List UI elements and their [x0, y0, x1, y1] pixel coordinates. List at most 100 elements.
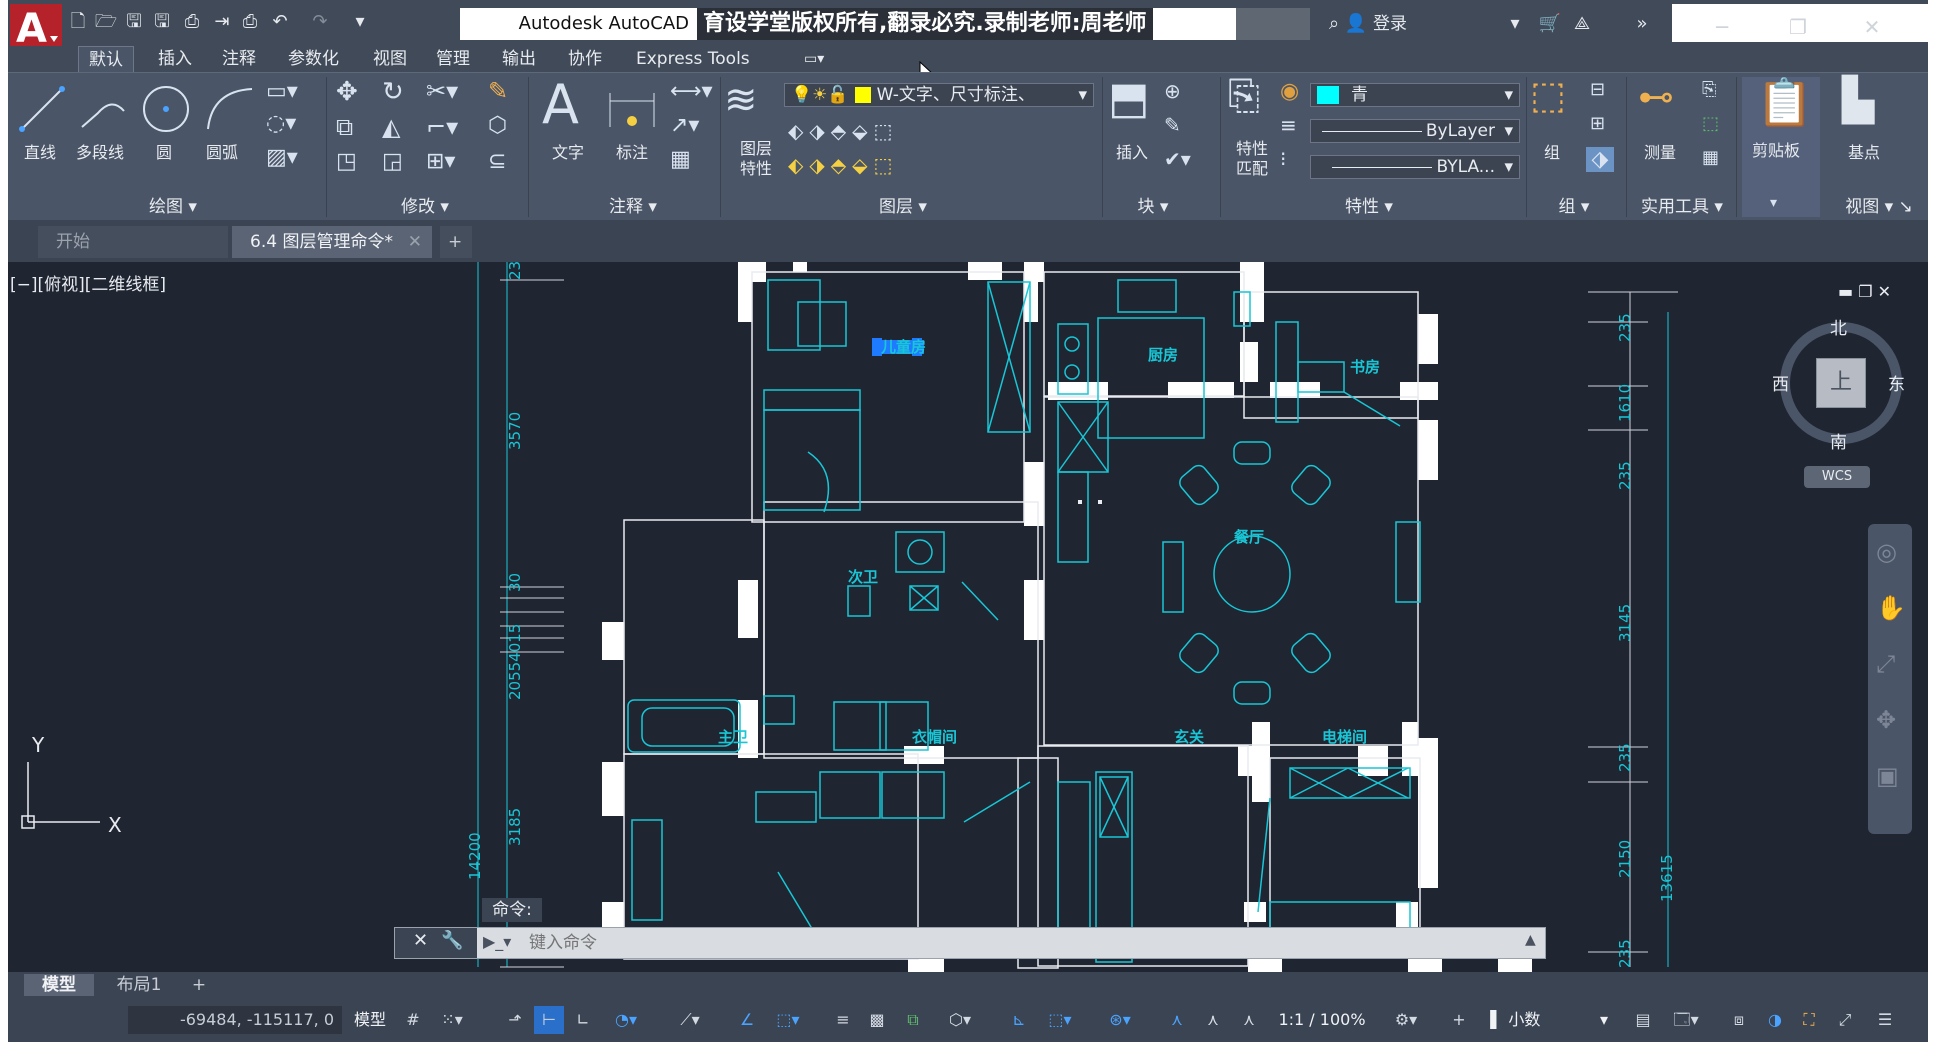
a360-icon[interactable]: ⟁ [1570, 12, 1594, 36]
auto-scale-icon[interactable]: ⋏ [1198, 1006, 1228, 1034]
clipboard-dropdown-icon[interactable]: ▾ [1770, 195, 1777, 211]
scale-icon[interactable]: ◲ [382, 149, 403, 174]
restore-icon[interactable]: ❐ [1768, 12, 1828, 42]
polyline-icon[interactable] [78, 87, 130, 135]
redo-icon[interactable]: ↷ [308, 10, 332, 34]
zoom-icon[interactable]: ⤢ [1876, 650, 1895, 678]
import-icon[interactable]: ⇥ [210, 10, 234, 34]
viewcube-south[interactable]: 南 [1830, 428, 1847, 453]
viewcube-east[interactable]: 东 [1888, 370, 1905, 395]
dynamic-ucs-icon[interactable]: ⊾ [1004, 1006, 1034, 1034]
linear-dim-icon[interactable]: ⟷▾ [670, 79, 713, 104]
isodraft-icon[interactable]: ⟋▾ [668, 1006, 712, 1034]
open-icon[interactable]: 🗁 [94, 10, 118, 34]
layer-properties-label[interactable]: 图层特性 [736, 139, 776, 179]
undo-icon[interactable]: ↶ [268, 10, 292, 34]
base-label[interactable]: 基点 [1848, 139, 1880, 163]
binoculars-icon[interactable]: ⌕ [1322, 12, 1346, 36]
dynamic-input-icon[interactable]: ⊢ [534, 1006, 564, 1034]
stretch-icon[interactable]: ◳ [336, 149, 357, 174]
color-wheel-icon[interactable]: ◉ [1280, 79, 1299, 104]
tab-current-drawing[interactable]: 6.4 图层管理命令* ✕ [232, 226, 432, 258]
quick-properties-icon[interactable]: ▤ [1628, 1006, 1658, 1034]
base-view-icon[interactable]: ▙ [1842, 75, 1874, 124]
publish-icon[interactable]: ⎙ [180, 10, 204, 34]
tab-manage[interactable]: 管理 [436, 46, 470, 72]
rotate-icon[interactable]: ↻ [382, 77, 404, 107]
group-edit-icon[interactable]: ⊞ [1590, 113, 1605, 134]
copy-icon[interactable]: ⧉ [336, 113, 353, 141]
selection-cycling-icon[interactable]: ⧉ [898, 1006, 928, 1034]
isolate-objects-icon[interactable]: ⧈ [1724, 1006, 1754, 1034]
tab-annotate[interactable]: 注释 [222, 46, 256, 72]
model-space-button[interactable]: 模型 [348, 1006, 392, 1034]
ungroup-icon[interactable]: ⊟ [1590, 79, 1605, 100]
transparency-icon[interactable]: ⁝ [1280, 147, 1286, 171]
vp-restore-icon[interactable]: ❐ [1858, 282, 1872, 301]
command-customize-icon[interactable]: 🔧 [441, 930, 463, 951]
edit-block-icon[interactable]: ✎ [1164, 113, 1181, 137]
tab-layout1[interactable]: 布局1 [104, 974, 174, 996]
block-panel-title[interactable]: 块 ▾ [1118, 193, 1188, 221]
tab-default[interactable]: 默认 [78, 46, 134, 72]
drawing-canvas[interactable]: [−][俯视][二维线框] 23 3570 30 20554015 3185 1… [8, 262, 1928, 972]
workspace-gear-icon[interactable]: ⚙▾ [1384, 1006, 1428, 1034]
quick-select-icon[interactable]: ⎘ [1702, 79, 1716, 100]
save-icon[interactable]: 🖫 [122, 10, 146, 34]
clean-screen-icon[interactable]: ⛶ [1794, 1006, 1824, 1034]
draw-panel-title[interactable]: 绘图 ▾ [128, 193, 218, 221]
array-icon[interactable]: ⊞▾ [426, 149, 455, 174]
offset-icon[interactable]: ⊆ [488, 149, 506, 174]
lineweight-display-icon[interactable]: ≡ [828, 1006, 858, 1034]
line-label[interactable]: 直线 [24, 139, 56, 163]
gradient-icon[interactable]: ▨▾ [266, 145, 298, 170]
modify-panel-title[interactable]: 修改 ▾ [380, 193, 470, 221]
rectangle-icon[interactable]: ▭▾ [266, 79, 298, 104]
annotation-visibility-icon[interactable]: ⋏ [1162, 1006, 1192, 1034]
infer-icon[interactable]: ⬏ [500, 1006, 530, 1034]
tab-view[interactable]: 视图 [373, 46, 407, 72]
orbit-icon[interactable]: ✥ [1876, 706, 1896, 734]
circle-icon[interactable] [140, 83, 192, 135]
osnap-icon[interactable]: ⬚▾ [766, 1006, 810, 1034]
vp-close-icon[interactable]: ✕ [1878, 282, 1891, 301]
annotation-scale-icon[interactable]: ⋏ [1234, 1006, 1264, 1034]
line-icon[interactable] [16, 83, 68, 135]
layer-dropdown[interactable]: 💡☀🔓 W-文字、尺寸标注、 ▾ [784, 83, 1094, 107]
add-layout-icon[interactable]: + [186, 974, 212, 996]
explode-icon[interactable]: ⬡ [488, 113, 507, 138]
hardware-acceleration-icon[interactable]: ◑ [1760, 1006, 1790, 1034]
paste-label[interactable]: 剪贴板 [1752, 137, 1800, 161]
3d-osnap-icon[interactable]: ⬡▾ [938, 1006, 982, 1034]
lineweight-icon[interactable]: ≡ [1280, 113, 1297, 137]
annotation-scale-dropdown[interactable]: 1:1 / 100% ▾ [1272, 1006, 1372, 1042]
lock-ui-icon[interactable]: 🗔▾ [1664, 1006, 1708, 1034]
qat-customize-icon[interactable]: ▾ [348, 10, 372, 34]
grid-icon[interactable]: # [398, 1006, 428, 1034]
tab-insert[interactable]: 插入 [158, 46, 192, 72]
save-as-icon[interactable]: 🖫 [150, 10, 174, 34]
gizmo-icon[interactable]: ⊛▾ [1098, 1006, 1142, 1034]
coordinates-readout[interactable]: -69484, -115117, 0 [128, 1006, 342, 1034]
login-link[interactable]: 登录 [1373, 8, 1407, 40]
annotation-panel-title[interactable]: 注释 ▾ [588, 193, 678, 221]
minimize-icon[interactable]: ─ [1692, 12, 1752, 42]
expand-icon[interactable]: » [1630, 12, 1654, 36]
color-dropdown[interactable]: 青 ▾ [1310, 83, 1520, 107]
search-box[interactable] [1236, 8, 1310, 40]
tab-close-icon[interactable]: ✕ [408, 226, 422, 258]
tab-model[interactable]: 模型 [24, 974, 94, 996]
dimension-icon[interactable] [606, 87, 658, 135]
vp-minimize-icon[interactable]: ▬ [1838, 282, 1853, 301]
tab-start[interactable]: 开始 [38, 226, 228, 258]
arc-icon[interactable] [202, 83, 258, 135]
tab-express-tools[interactable]: Express Tools [636, 46, 750, 72]
match-properties-label[interactable]: 特性匹配 [1236, 139, 1272, 179]
arc-label[interactable]: 圆弧 [206, 139, 238, 163]
table-icon[interactable]: ▦ [670, 147, 691, 172]
properties-panel-title[interactable]: 特性 ▾ [1324, 193, 1414, 221]
user-icon[interactable]: 👤 [1344, 12, 1368, 36]
insert-block-icon[interactable]: ⬒ [1108, 73, 1150, 124]
cart-icon[interactable]: 🛒 [1538, 12, 1562, 36]
paste-icon[interactable]: 📋 [1756, 75, 1813, 130]
